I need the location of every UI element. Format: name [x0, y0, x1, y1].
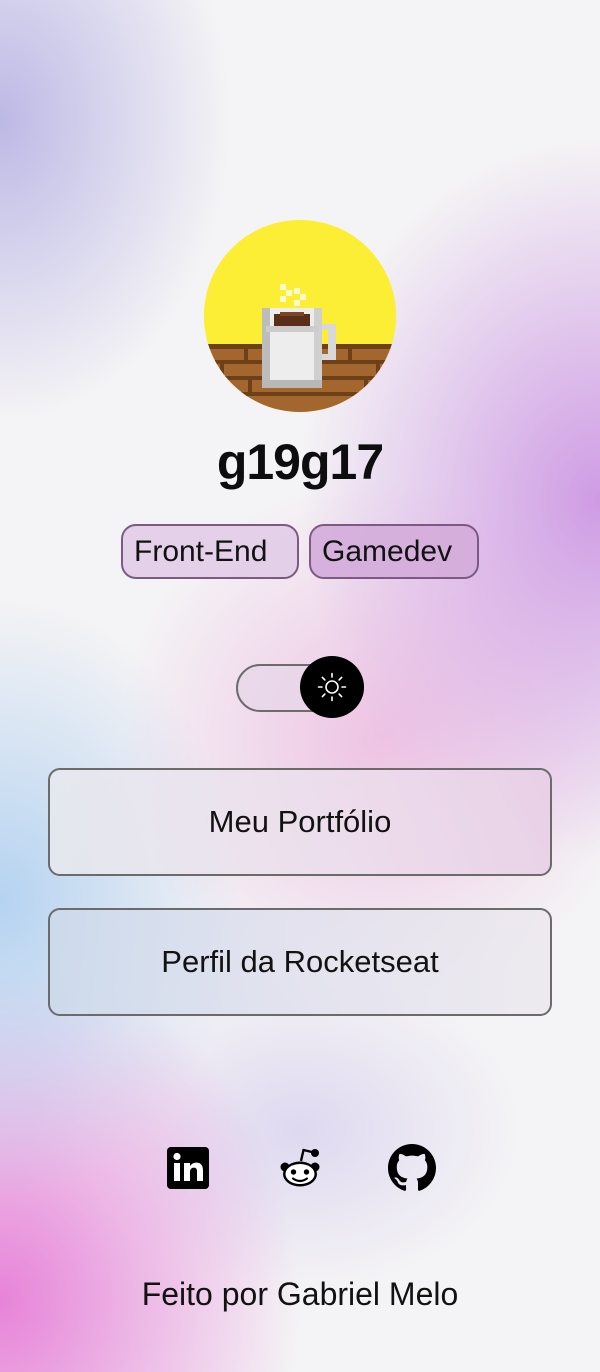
sun-icon: [317, 672, 347, 702]
linkedin-link[interactable]: [164, 1144, 212, 1192]
reddit-icon: [280, 1148, 320, 1187]
toggle-knob[interactable]: [300, 656, 364, 718]
github-link[interactable]: [388, 1144, 436, 1192]
github-icon: [388, 1144, 436, 1191]
social-links: [0, 1144, 600, 1192]
theme-toggle[interactable]: [236, 656, 364, 718]
avatar: [204, 220, 396, 412]
tag-gamedev: Gamedev: [309, 524, 479, 579]
rocketseat-profile-link-button[interactable]: Perfil da Rocketseat: [48, 908, 552, 1016]
footer-prefix: Feito por: [141, 1276, 268, 1312]
tag-list: Front-End Gamedev: [0, 524, 600, 579]
linkedin-icon: [167, 1147, 209, 1189]
tag-front-end: Front-End: [121, 524, 299, 579]
reddit-link[interactable]: [276, 1144, 324, 1192]
portfolio-link-button[interactable]: Meu Portfólio: [48, 768, 552, 876]
footer-author-link[interactable]: Gabriel Melo: [277, 1276, 458, 1312]
footer: Feito por Gabriel Melo: [0, 1274, 600, 1314]
pixel-coffee-mug-image: [204, 220, 396, 412]
username: g19g17: [216, 434, 384, 490]
